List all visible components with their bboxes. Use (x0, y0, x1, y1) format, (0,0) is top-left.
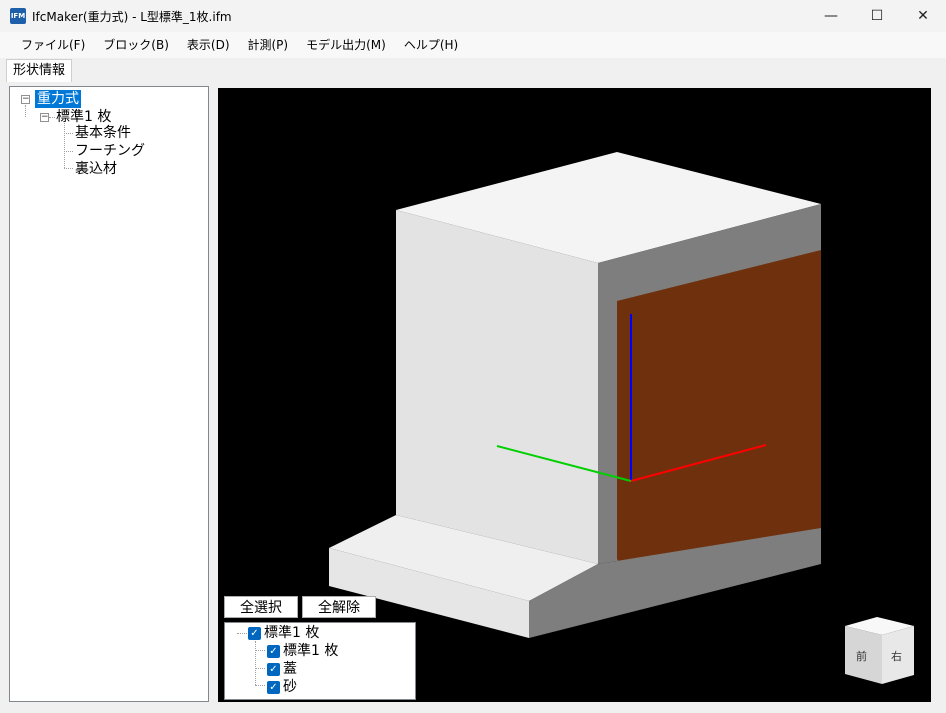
checkbox-checked-icon[interactable]: ✓ (267, 680, 280, 694)
menu-file[interactable]: ファイル(F) (12, 32, 94, 58)
layer-checklist[interactable]: ✓ 標準1 枚 ✓ 標準1 枚 ✓ 蓋 ✓ 砂 (224, 622, 416, 700)
tree-connector (237, 633, 247, 634)
window-title: IfcMaker(重力式) - L型標準_1枚.ifm (32, 10, 232, 24)
layer-row-standard[interactable]: ✓ 標準1 枚 (267, 642, 338, 660)
tree-connector (255, 650, 265, 651)
tree-connector (255, 685, 265, 686)
layer-label: 標準1 枚 (264, 625, 320, 641)
tree-node-basic-conditions[interactable]: 基本条件 (75, 124, 131, 142)
menu-block[interactable]: ブロック(B) (94, 32, 178, 58)
app-icon: IFM (10, 8, 26, 24)
close-icon: ✕ (917, 8, 929, 24)
shape-tree[interactable]: − 重力式 − 標準1 枚 基本条件 フーチング 裏込材 (9, 86, 209, 702)
collapse-icon[interactable]: − (40, 113, 49, 122)
backfill-block (617, 250, 821, 576)
layer-label: 標準1 枚 (283, 643, 339, 659)
wall-front-face (396, 210, 598, 564)
layer-row-root[interactable]: ✓ 標準1 枚 (248, 624, 319, 642)
close-button[interactable]: ✕ (900, 0, 946, 32)
menu-help[interactable]: ヘルプ(H) (395, 32, 467, 58)
menu-view[interactable]: 表示(D) (178, 32, 239, 58)
view-cube-front-label: 前 (856, 649, 867, 663)
select-all-button[interactable]: 全選択 (224, 596, 298, 618)
layer-label: 蓋 (283, 661, 297, 677)
checkbox-checked-icon[interactable]: ✓ (248, 626, 261, 640)
menu-measure[interactable]: 計測(P) (239, 32, 298, 58)
title-bar: IFM IfcMaker(重力式) - L型標準_1枚.ifm — ☐ ✕ (0, 0, 946, 32)
maximize-icon: ☐ (870, 8, 884, 24)
tree-connector (49, 117, 55, 118)
tab-strip: 形状情報 (0, 58, 946, 82)
layer-row-sand[interactable]: ✓ 砂 (267, 678, 297, 696)
tab-shape-info[interactable]: 形状情報 (6, 59, 73, 82)
layer-label: 砂 (283, 679, 297, 695)
checkbox-checked-icon[interactable]: ✓ (267, 644, 280, 658)
menu-model-output[interactable]: モデル出力(M) (297, 32, 395, 58)
clear-all-button[interactable]: 全解除 (302, 596, 376, 618)
tree-connector (64, 133, 73, 134)
collapse-icon[interactable]: − (21, 95, 30, 104)
tree-node-footing[interactable]: フーチング (75, 142, 145, 160)
menu-bar: ファイル(F) ブロック(B) 表示(D) 計測(P) モデル出力(M) ヘルプ… (0, 32, 946, 58)
maximize-button[interactable]: ☐ (854, 0, 900, 32)
checkbox-checked-icon[interactable]: ✓ (267, 662, 280, 676)
tree-connector (64, 168, 73, 169)
tree-node-root[interactable]: 重力式 (35, 90, 81, 108)
tree-connector (64, 151, 73, 152)
tree-connector (25, 105, 26, 117)
view-cube-right-label: 右 (891, 649, 902, 663)
tree-connector (64, 123, 65, 168)
tree-connector (255, 668, 265, 669)
minimize-icon: — (824, 8, 838, 24)
layer-row-lid[interactable]: ✓ 蓋 (267, 660, 297, 678)
minimize-button[interactable]: — (808, 0, 854, 32)
tree-node-backfill[interactable]: 裏込材 (75, 160, 117, 178)
tree-connector (255, 641, 256, 685)
